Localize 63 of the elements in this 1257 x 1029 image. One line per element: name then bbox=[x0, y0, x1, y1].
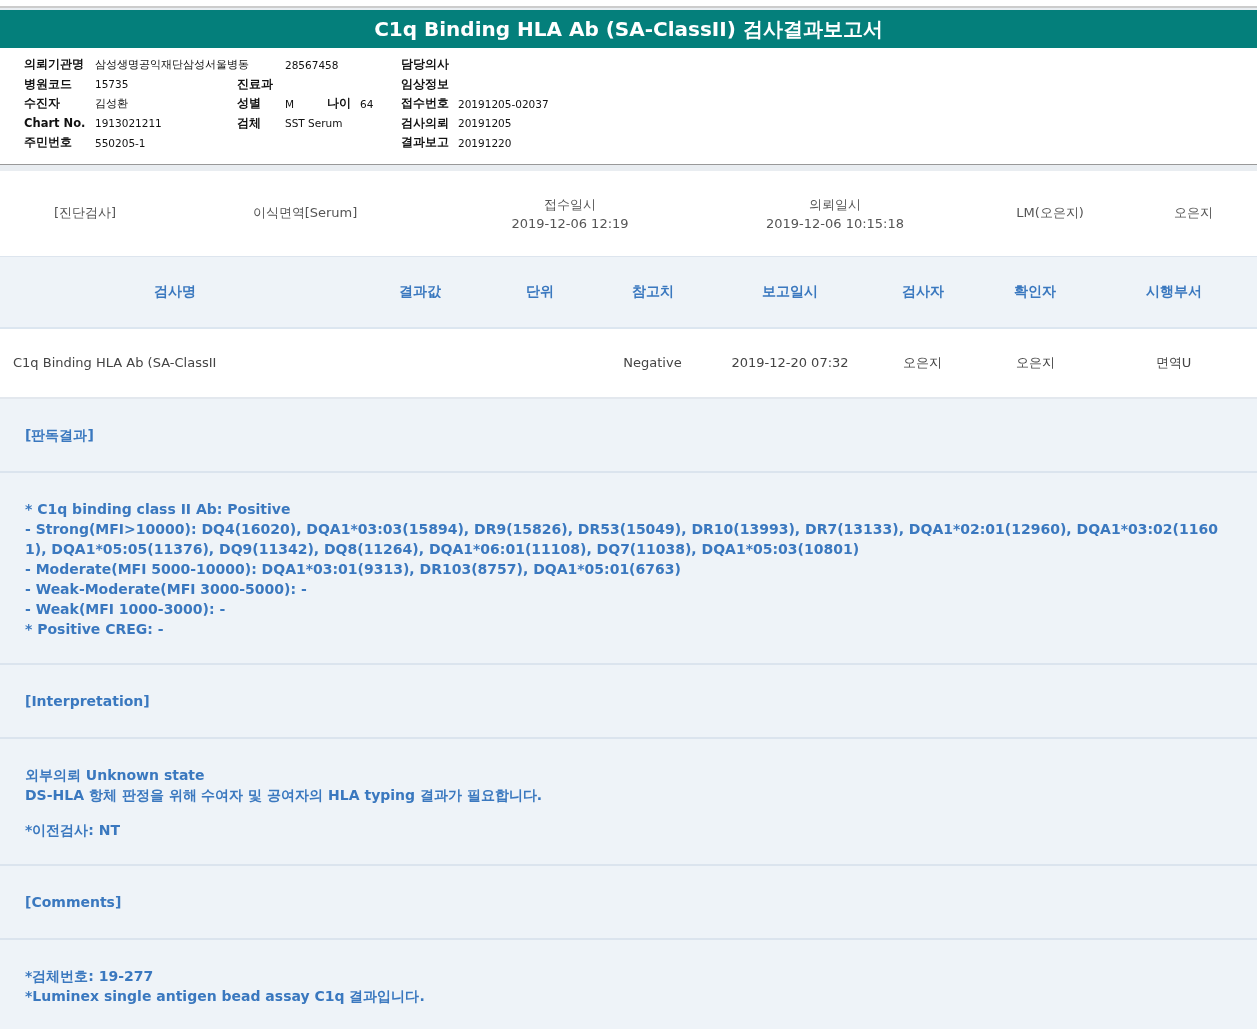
section-heading: [판독결과] bbox=[25, 425, 95, 445]
result-text: - Weak-Moderate(MFI 3000-5000): - bbox=[25, 579, 308, 599]
column-header: 검사명 bbox=[153, 282, 197, 301]
result-text: - Weak(MFI 1000-3000): - bbox=[25, 599, 227, 619]
table-cell-text: 면역U bbox=[1154, 353, 1193, 372]
field-label: 성별 bbox=[237, 96, 262, 112]
order-value: 오은지 bbox=[1174, 204, 1213, 222]
field-value: 삼성생명공익재단삼성서울병동 bbox=[95, 57, 249, 72]
order-value: 2019-12-06 10:15:18 bbox=[765, 215, 905, 231]
result-text: - Moderate(MFI 5000-10000): DQA1*03:01(9313), DR103(8757), DQA1*05:01(6763) bbox=[25, 559, 682, 579]
result-text: *검체번호: 19-277 bbox=[25, 966, 155, 986]
section-heading: [Interpretation] bbox=[25, 691, 151, 711]
order-value: 이식면역[Serum] bbox=[252, 204, 358, 222]
result-text: 외부의뢰 Unknown state bbox=[25, 765, 206, 785]
field-label: 주민번호 bbox=[24, 135, 73, 151]
table-cell-text: Negative bbox=[622, 355, 683, 370]
order-value: [진단검사] bbox=[53, 204, 117, 222]
column-header: 검사자 bbox=[900, 282, 945, 301]
field-label: 병원코드 bbox=[24, 76, 73, 92]
report-title: C1q Binding HLA Ab (SA-ClassII) 검사결과보고서 bbox=[0, 10, 1257, 48]
field-value: 64 bbox=[360, 97, 374, 110]
table-cell-text: 2019-12-20 07:32 bbox=[730, 355, 850, 370]
field-value: 28567458 bbox=[285, 58, 339, 71]
result-text: * C1q binding class II Ab: Positive bbox=[25, 499, 292, 519]
result-text: *Luminex single antigen bead assay C1q 결과입니다. bbox=[25, 986, 426, 1006]
field-value: 1913021211 bbox=[95, 117, 162, 130]
column-header: 시행부서 bbox=[1144, 282, 1203, 301]
result-text: DS-HLA 항체 판정을 위해 수여자 및 공여자의 HLA typing 결과가 필요합니다. bbox=[25, 785, 544, 805]
table-cell-text: 오은지 bbox=[902, 353, 943, 372]
column-header: 보고일시 bbox=[761, 282, 819, 301]
field-value: M bbox=[285, 97, 295, 110]
table-cell-text: C1q Binding HLA Ab (SA-ClassII bbox=[12, 355, 218, 370]
column-header: 결과값 bbox=[398, 282, 442, 301]
field-label: 접수번호 bbox=[401, 96, 450, 112]
field-value: 김성환 bbox=[95, 96, 128, 111]
field-label: 수진자 bbox=[24, 96, 61, 112]
order-value: LM(오은지) bbox=[1016, 204, 1084, 222]
order-label: 의뢰일시 bbox=[809, 195, 861, 214]
field-label: 나이 bbox=[327, 96, 352, 112]
table-cell-text: 오은지 bbox=[1014, 353, 1056, 372]
section-heading: [Comments] bbox=[25, 892, 123, 912]
field-label: 진료과 bbox=[237, 76, 274, 92]
field-value: 20191205 bbox=[458, 117, 512, 130]
field-label: 의뢰기관명 bbox=[24, 57, 85, 73]
field-value: 15735 bbox=[95, 78, 129, 91]
field-label: 검사의뢰 bbox=[401, 115, 450, 131]
field-label: Chart No. bbox=[24, 116, 87, 131]
field-value: 20191205-02037 bbox=[458, 97, 549, 110]
field-label: 임상정보 bbox=[401, 76, 450, 92]
field-value: 550205-1 bbox=[95, 136, 146, 149]
field-label: 결과보고 bbox=[401, 135, 450, 151]
result-text: * Positive CREG: - bbox=[25, 619, 165, 639]
column-header: 확인자 bbox=[1013, 282, 1057, 301]
order-label: 접수일시 bbox=[544, 195, 596, 214]
result-text: - Strong(MFI>10000): DQ4(16020), DQA1*03:03(15894), DR9(15826), DR53(15049), DR10(13993), DR7(13133), DQA1*02:01(12960), DQA1*03:02(11601), DQA1*05:05(11376), DQ9(11342), DQ8(11264), DQA1*06:01(11108), DQ7(11038), DQA1*05:03(10801) bbox=[25, 519, 1219, 559]
field-value: SST Serum bbox=[285, 117, 343, 130]
column-header: 단위 bbox=[525, 282, 555, 301]
order-value: 2019-12-06 12:19 bbox=[511, 215, 629, 231]
field-label: 담당의사 bbox=[401, 57, 450, 73]
column-header: 참고치 bbox=[630, 282, 675, 301]
field-label: 검체 bbox=[237, 115, 262, 131]
field-value: 20191220 bbox=[458, 136, 512, 149]
result-text: *이전검사: NT bbox=[25, 820, 122, 840]
